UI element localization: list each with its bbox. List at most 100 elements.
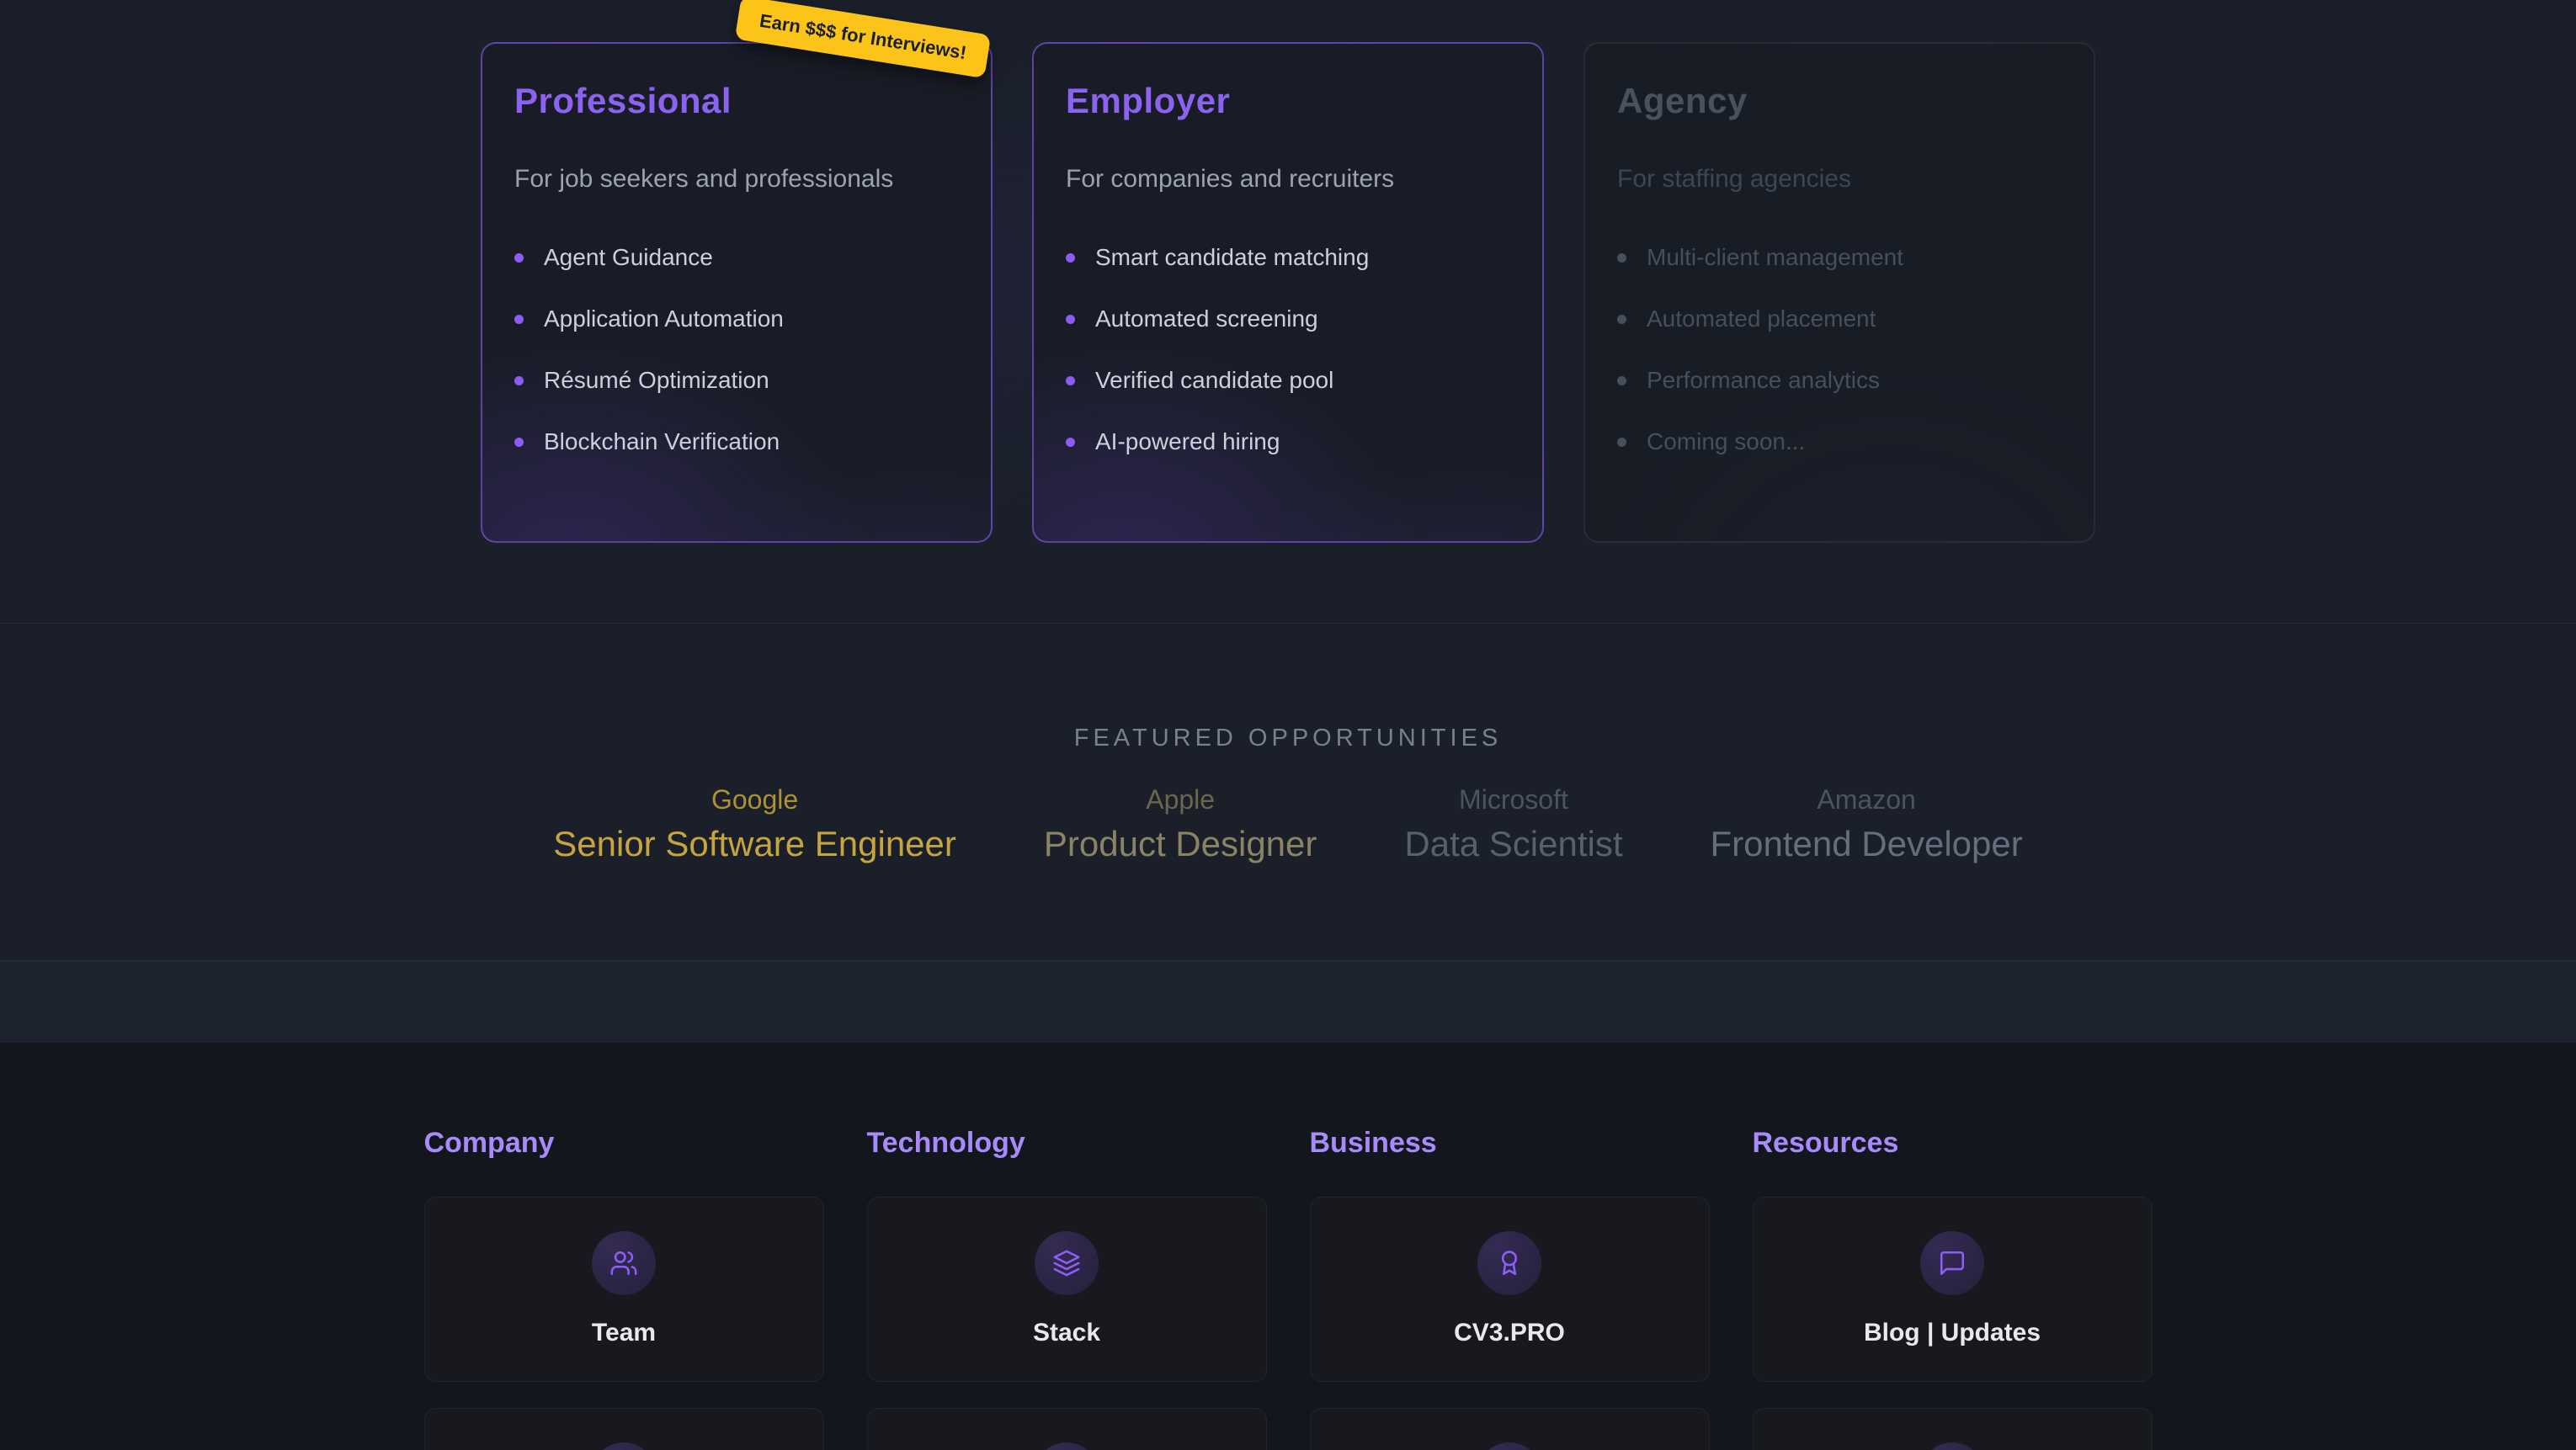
bullet-dot [1066,253,1075,263]
footer-heading: Company [424,1127,824,1160]
bullet-dot [1066,315,1075,324]
footer-card-cv3pro[interactable]: CV3.PRO [1310,1197,1710,1382]
plan-feature: Blockchain Verification [514,428,959,455]
footer-card-partial[interactable] [424,1408,824,1450]
plan-feature: AI-powered hiring [1066,428,1510,455]
plan-title: Professional [514,81,959,121]
footer-column-resources: Resources Blog | Updates [1753,1127,2153,1450]
plan-feature-label: Application Automation [544,305,784,332]
footer-card-blog[interactable]: Blog | Updates [1753,1197,2153,1382]
footer-card-partial[interactable] [1310,1408,1710,1450]
plan-feature-list: Agent Guidance Application Automation Ré… [514,244,959,455]
plan-feature-list: Smart candidate matching Automated scree… [1066,244,1510,455]
footer-card-team[interactable]: Team [424,1197,824,1382]
footer-grid: Company Team Technology [424,1043,2153,1450]
icon-circle [1035,1442,1099,1450]
earn-ribbon: Earn $$$ for Interviews! [735,0,992,78]
icon-circle [592,1442,656,1450]
footer-card-label: CV3.PRO [1454,1319,1565,1347]
plan-feature: Application Automation [514,305,959,332]
bullet-dot [1617,315,1626,324]
icon-circle [1477,1442,1541,1450]
bullet-dot [514,315,524,324]
plan-feature: Smart candidate matching [1066,244,1510,271]
bullet-dot [1066,438,1075,447]
plan-card-employer[interactable]: Employer For companies and recruiters Sm… [1032,42,1544,543]
job-title: Product Designer [1044,824,1317,864]
job-company: Amazon [1711,784,2023,815]
plan-feature-label: AI-powered hiring [1095,428,1280,455]
footer-card-stack[interactable]: Stack [867,1197,1267,1382]
plan-title: Employer [1066,81,1510,121]
footer-heading: Resources [1753,1127,2153,1160]
footer-card-label: Team [592,1319,656,1347]
plans-row: Earn $$$ for Interviews! Professional Fo… [481,42,2095,543]
bullet-dot [1066,376,1075,385]
footer-column-business: Business CV3.PRO [1310,1127,1710,1450]
plan-feature-label: Automated screening [1095,305,1318,332]
plan-feature: Multi-client management [1617,244,2062,271]
message-icon [1938,1249,1967,1277]
featured-jobs-row: Google Senior Software Engineer Apple Pr… [0,784,2576,864]
plan-feature: Automated placement [1617,305,2062,332]
landing-page: Earn $$$ for Interviews! Professional Fo… [0,0,2576,1450]
plan-title: Agency [1617,81,2062,121]
featured-job-apple[interactable]: Apple Product Designer [1044,784,1317,864]
plan-subtitle: For job seekers and professionals [514,165,959,194]
footer-card-partial[interactable] [867,1408,1267,1450]
job-company: Microsoft [1404,784,1622,815]
footer: Company Team Technology [0,1043,2576,1450]
footer-column-technology: Technology Stack [867,1127,1267,1450]
plan-feature-label: Multi-client management [1647,244,1903,271]
plan-feature: Coming soon... [1617,428,2062,455]
plan-feature-label: Verified candidate pool [1095,367,1333,394]
plan-subtitle: For companies and recruiters [1066,165,1510,194]
footer-heading: Technology [867,1127,1267,1160]
plan-card-professional[interactable]: Earn $$$ for Interviews! Professional Fo… [481,42,993,543]
plan-feature: Verified candidate pool [1066,367,1510,394]
bullet-dot [514,376,524,385]
featured-job-microsoft[interactable]: Microsoft Data Scientist [1404,784,1622,864]
job-company: Apple [1044,784,1317,815]
plan-feature: Automated screening [1066,305,1510,332]
footer-card-label: Blog | Updates [1864,1319,2041,1347]
plan-feature: Performance analytics [1617,367,2062,394]
featured-job-google[interactable]: Google Senior Software Engineer [553,784,956,864]
layers-icon [1052,1249,1081,1277]
icon-circle [1920,1231,1984,1295]
bullet-dot [1617,376,1626,385]
plan-feature-label: Blockchain Verification [544,428,780,455]
footer-heading: Business [1310,1127,1710,1160]
featured-job-amazon[interactable]: Amazon Frontend Developer [1711,784,2023,864]
award-icon [1495,1249,1524,1277]
plan-feature-label: Agent Guidance [544,244,713,271]
plan-feature-list: Multi-client management Automated placem… [1617,244,2062,455]
icon-circle [1920,1442,1984,1450]
footer-card-partial[interactable] [1753,1408,2153,1450]
bullet-dot [1617,438,1626,447]
job-title: Senior Software Engineer [553,824,956,864]
job-company: Google [553,784,956,815]
footer-card-label: Stack [1033,1319,1100,1347]
icon-circle [1477,1231,1541,1295]
spacer-band [0,961,2576,1043]
featured-opportunities-section: FEATURED OPPORTUNITIES Google Senior Sof… [0,624,2576,961]
plan-feature-label: Résumé Optimization [544,367,769,394]
plan-subtitle: For staffing agencies [1617,165,2062,194]
job-title: Frontend Developer [1711,824,2023,864]
plan-feature-label: Smart candidate matching [1095,244,1369,271]
job-title: Data Scientist [1404,824,1622,864]
bullet-dot [514,438,524,447]
icon-circle [592,1231,656,1295]
plan-feature: Agent Guidance [514,244,959,271]
bullet-dot [514,253,524,263]
plans-section: Earn $$$ for Interviews! Professional Fo… [0,0,2576,624]
bullet-dot [1617,253,1626,263]
plan-feature: Résumé Optimization [514,367,959,394]
plan-feature-label: Automated placement [1647,305,1876,332]
featured-heading: FEATURED OPPORTUNITIES [0,624,2576,752]
footer-column-company: Company Team [424,1127,824,1450]
plan-feature-label: Performance analytics [1647,367,1880,394]
plan-feature-label: Coming soon... [1647,428,1805,455]
users-icon [609,1249,638,1277]
